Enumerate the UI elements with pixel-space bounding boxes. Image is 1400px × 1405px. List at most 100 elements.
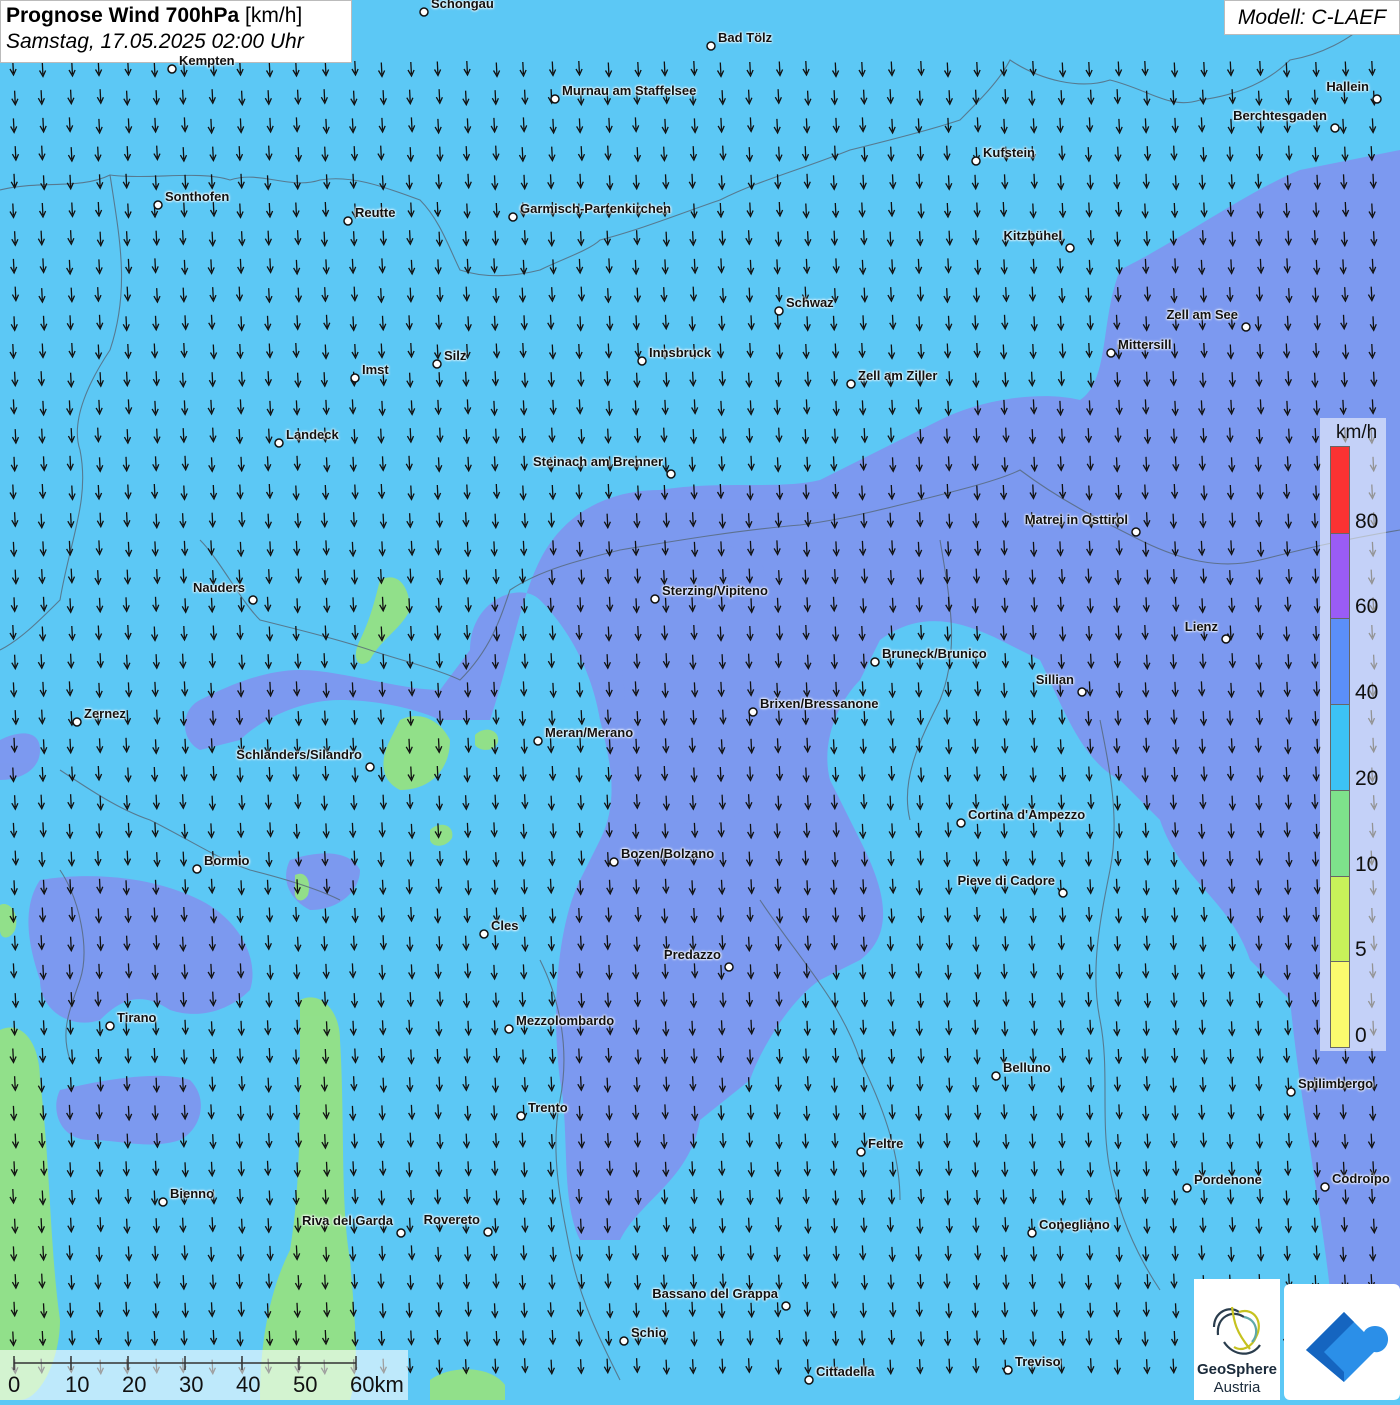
city-marker	[804, 1375, 814, 1385]
city-marker	[991, 1071, 1001, 1081]
city-label: Zernez	[84, 706, 126, 721]
city-marker	[1221, 634, 1231, 644]
city-label: Murnau am Staffelsee	[562, 83, 697, 98]
city-marker	[550, 94, 560, 104]
city-label: Pieve di Cadore	[957, 873, 1055, 888]
city-marker	[508, 212, 518, 222]
city-marker	[72, 717, 82, 727]
city-label: Cles	[491, 918, 519, 933]
city-marker	[1058, 888, 1068, 898]
scale-label: 10	[65, 1372, 90, 1397]
city-marker	[619, 1336, 629, 1346]
city-marker	[1286, 1087, 1296, 1097]
city-label: Zell am Ziller	[858, 368, 938, 383]
city-label: Bienno	[170, 1186, 215, 1201]
city-label: Cittadella	[816, 1364, 875, 1379]
city-marker	[956, 818, 966, 828]
city-label: Lienz	[1184, 619, 1218, 634]
geosphere-emblem-icon	[1212, 1306, 1261, 1355]
city-label: Tirano	[117, 1010, 157, 1025]
city-label: Matrei in Osttirol	[1024, 512, 1128, 527]
title-bold: Prognose Wind 700hPa	[6, 4, 240, 27]
city-label: Bassano del Grappa	[652, 1286, 778, 1301]
scale-bar-ruler	[13, 1356, 357, 1370]
city-label: Brixen/Bressanone	[760, 696, 879, 711]
city-marker	[105, 1021, 115, 1031]
city-label: Kufstein	[983, 145, 1035, 160]
city-label: Rovereto	[423, 1212, 480, 1227]
legend-segment	[1331, 532, 1349, 619]
city-marker	[419, 7, 429, 17]
city-marker	[846, 379, 856, 389]
city-marker	[343, 216, 353, 226]
city-label: Schwaz	[786, 295, 834, 310]
city-label: Reutte	[355, 205, 396, 220]
city-marker	[192, 864, 202, 874]
city-label: Bozen/Bolzano	[621, 846, 715, 861]
city-marker	[724, 962, 734, 972]
city-marker	[396, 1228, 406, 1238]
legend-tick-label: 5	[1355, 938, 1367, 962]
city-marker	[365, 762, 375, 772]
city-label: Schlanders/Silandro	[236, 747, 362, 762]
city-marker	[971, 156, 981, 166]
city-marker	[870, 657, 880, 667]
model-label: Modell: C-LAEF	[1224, 0, 1400, 35]
city-label: Landeck	[286, 427, 339, 442]
city-marker	[1330, 123, 1340, 133]
legend-segment	[1331, 618, 1349, 705]
scale-label: 0	[8, 1372, 21, 1397]
city-marker	[1065, 243, 1075, 253]
city-label: Kempten	[179, 53, 235, 68]
city-label: Innsbruck	[649, 345, 712, 360]
color-legend: km/h 80 60 40 20 10 5 0	[1320, 418, 1386, 1051]
city-marker	[1372, 94, 1382, 104]
city-label: Garmisch-Partenkirchen	[520, 201, 672, 216]
city-label: Cortina d'Ampezzo	[968, 807, 1086, 822]
city-marker	[1003, 1365, 1013, 1375]
legend-color-bar	[1330, 446, 1350, 1048]
city-marker	[774, 306, 784, 316]
city-marker	[1241, 322, 1251, 332]
map-title: Prognose Wind 700hPa [km/h]	[6, 4, 346, 28]
legend-tick-label: 60	[1355, 595, 1379, 619]
scale-label: 20	[122, 1372, 147, 1397]
city-marker	[516, 1111, 526, 1121]
app-logo-icon	[1306, 1312, 1389, 1382]
city-label: Mezzolombardo	[516, 1013, 615, 1028]
city-label: Kitzbühel	[1003, 228, 1063, 243]
legend-unit: km/h	[1336, 422, 1378, 443]
city-marker	[158, 1197, 168, 1207]
city-marker	[1106, 348, 1116, 358]
city-label: Steinach am Brenner	[532, 454, 663, 469]
legend-tick-label: 20	[1355, 766, 1379, 790]
city-label: Silz	[444, 348, 467, 363]
city-label: Feltre	[868, 1136, 904, 1151]
scale-label: 50	[293, 1372, 318, 1397]
city-label: Spilimbergo	[1298, 1076, 1374, 1091]
city-marker	[479, 929, 489, 939]
city-marker	[248, 595, 258, 605]
city-marker	[1077, 687, 1087, 697]
city-marker	[781, 1301, 791, 1311]
city-label: Schongau	[431, 0, 494, 11]
city-label: Conegliano	[1039, 1217, 1110, 1232]
city-marker	[706, 41, 716, 51]
city-label: Predazzo	[663, 947, 721, 962]
legend-segment	[1331, 789, 1349, 876]
city-label: Bad Tölz	[718, 30, 773, 45]
legend-segment	[1331, 447, 1349, 533]
city-marker	[748, 707, 758, 717]
legend-tick-label: 40	[1355, 681, 1379, 705]
scale-label: 60km	[350, 1372, 404, 1397]
logo-name: GeoSphere	[1196, 1361, 1278, 1378]
city-label: Treviso	[1015, 1354, 1061, 1369]
city-label: Bormio	[204, 853, 250, 868]
city-label: Sonthofen	[165, 189, 230, 204]
city-marker	[666, 469, 676, 479]
legend-tick-label: 10	[1355, 852, 1379, 876]
city-label: Codroipo	[1332, 1171, 1390, 1186]
city-label: Imst	[362, 362, 389, 377]
city-label: Nauders	[192, 580, 245, 595]
scale-bar: 0 10 20 30 40 50 60km	[0, 1350, 408, 1400]
